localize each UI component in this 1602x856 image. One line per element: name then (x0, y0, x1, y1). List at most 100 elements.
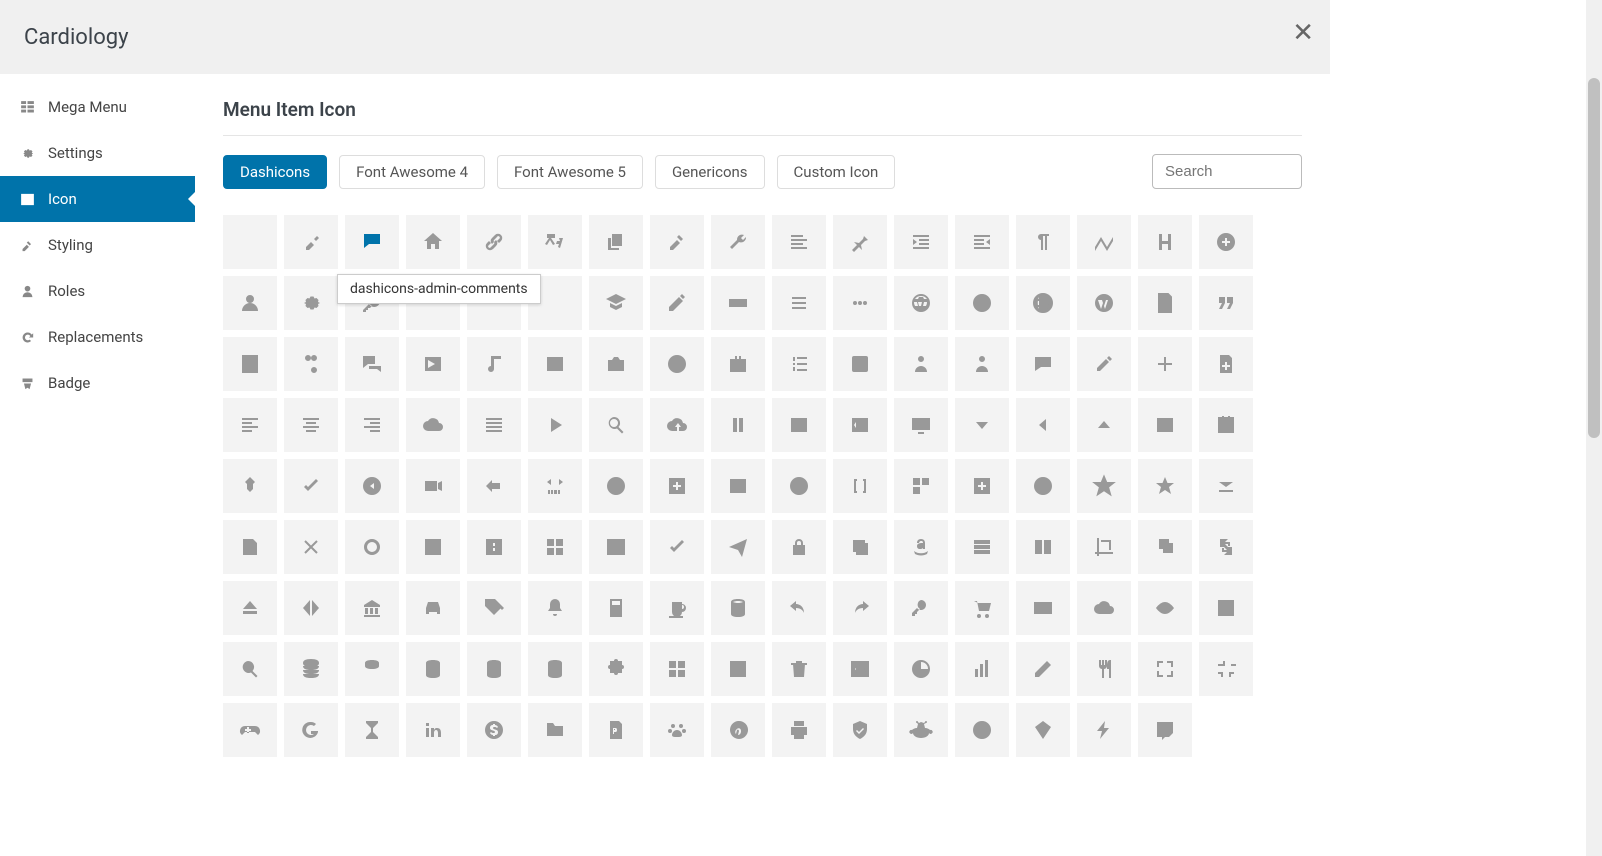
icon-return[interactable] (467, 459, 521, 513)
icon-grid-plus[interactable] (894, 459, 948, 513)
icon-twitch[interactable] (1138, 703, 1192, 757)
icon-tri-up[interactable] (1077, 398, 1131, 452)
icon-db2[interactable] (345, 642, 399, 696)
icon-db3[interactable] (406, 642, 460, 696)
icon-reddit[interactable] (894, 703, 948, 757)
icon-eyedrop[interactable] (1077, 337, 1131, 391)
icon-lines[interactable] (772, 276, 826, 330)
icon-grid-globe[interactable] (1016, 276, 1070, 330)
icon-note[interactable] (223, 337, 277, 391)
icon-dots[interactable] (833, 276, 887, 330)
icon-crop[interactable] (406, 520, 460, 574)
tab-font-awesome-4[interactable]: Font Awesome 4 (339, 155, 485, 189)
icon-plane[interactable] (711, 520, 765, 574)
icon-x[interactable] (284, 520, 338, 574)
icon-puzzle[interactable] (589, 642, 643, 696)
icon-page[interactable] (1138, 276, 1192, 330)
icon-cloud2[interactable] (1077, 581, 1131, 635)
icon-bell[interactable] (528, 581, 582, 635)
icon-swap[interactable] (1199, 520, 1253, 574)
icon-target[interactable] (1199, 581, 1253, 635)
sidebar-item-badge[interactable]: Badge (0, 360, 195, 406)
sidebar-item-icon[interactable]: Icon (0, 176, 195, 222)
icon-rect[interactable] (711, 276, 765, 330)
search-input[interactable] (1152, 154, 1302, 189)
icon-crop2[interactable] (1077, 520, 1131, 574)
icon-edit[interactable] (650, 276, 704, 330)
icon-screen[interactable] (894, 398, 948, 452)
icon-bars[interactable] (955, 642, 1009, 696)
icon-info[interactable] (589, 459, 643, 513)
icon-check-c[interactable] (650, 337, 704, 391)
icon-user[interactable] (223, 276, 277, 330)
icon-car[interactable] (406, 581, 460, 635)
icon-eye[interactable] (1138, 581, 1192, 635)
icon-card[interactable] (1016, 581, 1070, 635)
sidebar-item-replacements[interactable]: Replacements (0, 314, 195, 360)
icon-gem[interactable] (1016, 703, 1070, 757)
icon-schedule[interactable] (1199, 398, 1253, 452)
icon-wp[interactable] (1077, 276, 1131, 330)
icon-copy[interactable] (589, 215, 643, 269)
icon-folder[interactable] (528, 703, 582, 757)
icon-hourglass[interactable] (345, 703, 399, 757)
icon-cart[interactable] (955, 581, 1009, 635)
icon-cloud-up[interactable] (650, 398, 704, 452)
icon-doc-plus[interactable] (1199, 337, 1253, 391)
icon-back[interactable] (345, 459, 399, 513)
icon-list[interactable] (955, 520, 1009, 574)
icon-pie[interactable] (894, 642, 948, 696)
icon-indent-l[interactable] (894, 215, 948, 269)
sidebar-item-roles[interactable]: Roles (0, 268, 195, 314)
icon-align-j[interactable] (467, 398, 521, 452)
icon-db1[interactable] (284, 642, 338, 696)
icon-printer[interactable] (772, 703, 826, 757)
icon-lock[interactable] (772, 520, 826, 574)
tab-font-awesome-5[interactable]: Font Awesome 5 (497, 155, 643, 189)
icon-gear[interactable] (284, 276, 338, 330)
icon-play[interactable] (528, 398, 582, 452)
icon-align-r[interactable] (345, 398, 399, 452)
icon-video[interactable] (406, 337, 460, 391)
icon-image3[interactable] (711, 459, 765, 513)
icon-calc[interactable] (589, 581, 643, 635)
icon-pause[interactable] (711, 398, 765, 452)
icon-grad[interactable] (589, 276, 643, 330)
icon-tri-left[interactable] (1016, 398, 1070, 452)
icon-shield[interactable] (833, 703, 887, 757)
icon-translate[interactable] (528, 215, 582, 269)
icon-paint[interactable] (650, 215, 704, 269)
icon-check2[interactable] (650, 520, 704, 574)
icon-pencil[interactable] (1016, 642, 1070, 696)
icon-trash[interactable] (772, 642, 826, 696)
tab-custom-icon[interactable]: Custom Icon (777, 155, 896, 189)
icon-code-img[interactable] (833, 398, 887, 452)
icon-music[interactable] (467, 337, 521, 391)
icon-img[interactable] (772, 398, 826, 452)
icon-cloud[interactable] (406, 398, 460, 452)
icon-hflip[interactable] (284, 581, 338, 635)
icon-home[interactable] (406, 215, 460, 269)
icon-g-logo[interactable] (284, 703, 338, 757)
icon-wrench[interactable] (711, 215, 765, 269)
icon-key2[interactable] (894, 581, 948, 635)
icon-tags[interactable] (467, 581, 521, 635)
icon-spotify[interactable] (955, 703, 1009, 757)
icon-pin2[interactable] (223, 459, 277, 513)
icon-collapse[interactable] (1199, 459, 1253, 513)
icon-globe1[interactable] (894, 276, 948, 330)
icon-plus-sq[interactable] (650, 459, 704, 513)
icon-brush[interactable] (284, 215, 338, 269)
icon-plus-box[interactable] (467, 520, 521, 574)
icon-support[interactable] (955, 337, 1009, 391)
icon-star[interactable] (1138, 459, 1192, 513)
tab-genericons[interactable]: Genericons (655, 155, 765, 189)
icon-redo[interactable] (833, 581, 887, 635)
icon-circle[interactable] (345, 520, 399, 574)
icon-briefcase[interactable] (711, 337, 765, 391)
icon-grid2[interactable] (528, 520, 582, 574)
icon-db5[interactable] (528, 642, 582, 696)
icon-html[interactable] (528, 459, 582, 513)
icon-plus[interactable] (1138, 337, 1192, 391)
icon-gamepad[interactable] (223, 703, 277, 757)
